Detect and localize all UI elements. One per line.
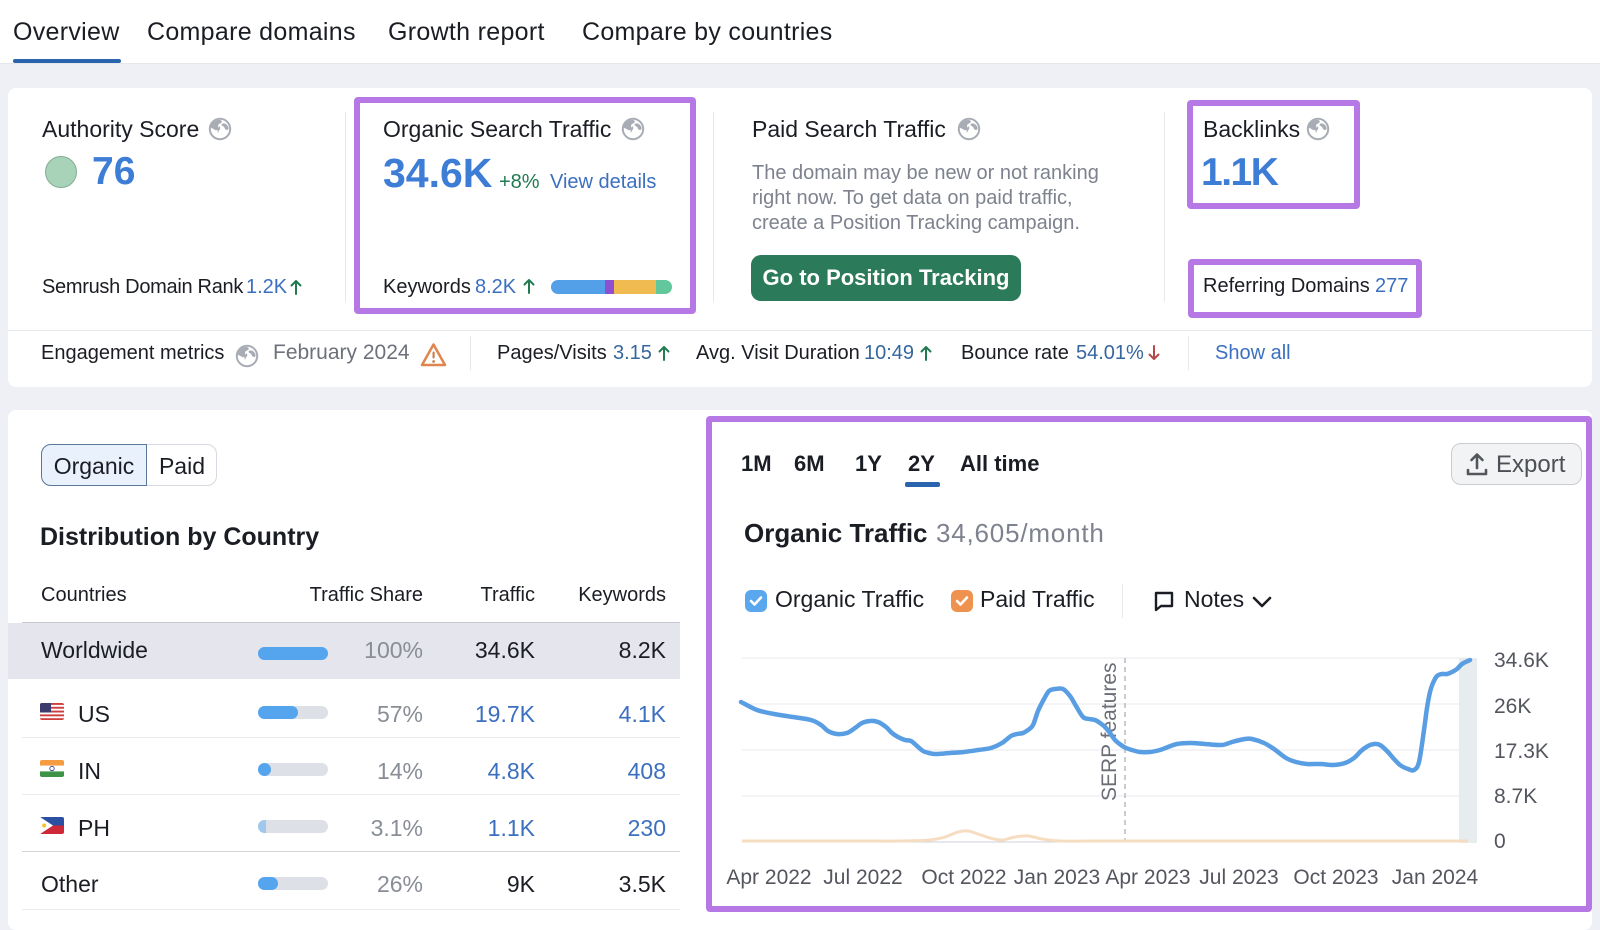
svg-text:Oct 2022: Oct 2022 [921,866,1006,889]
svg-text:Jul 2022: Jul 2022 [823,866,902,889]
svg-text:8.7K: 8.7K [1494,785,1537,808]
svg-text:Apr 2023: Apr 2023 [1105,866,1190,889]
svg-text:Jan 2023: Jan 2023 [1014,866,1100,889]
svg-text:34.6K: 34.6K [1494,649,1549,672]
svg-text:Apr 2022: Apr 2022 [726,866,811,889]
svg-text:Jul 2023: Jul 2023 [1199,866,1278,889]
svg-text:0: 0 [1494,830,1506,853]
svg-text:Oct 2023: Oct 2023 [1293,866,1378,889]
svg-text:Jan 2024: Jan 2024 [1392,866,1479,889]
svg-text:26K: 26K [1494,695,1531,718]
svg-text:17.3K: 17.3K [1494,740,1549,763]
